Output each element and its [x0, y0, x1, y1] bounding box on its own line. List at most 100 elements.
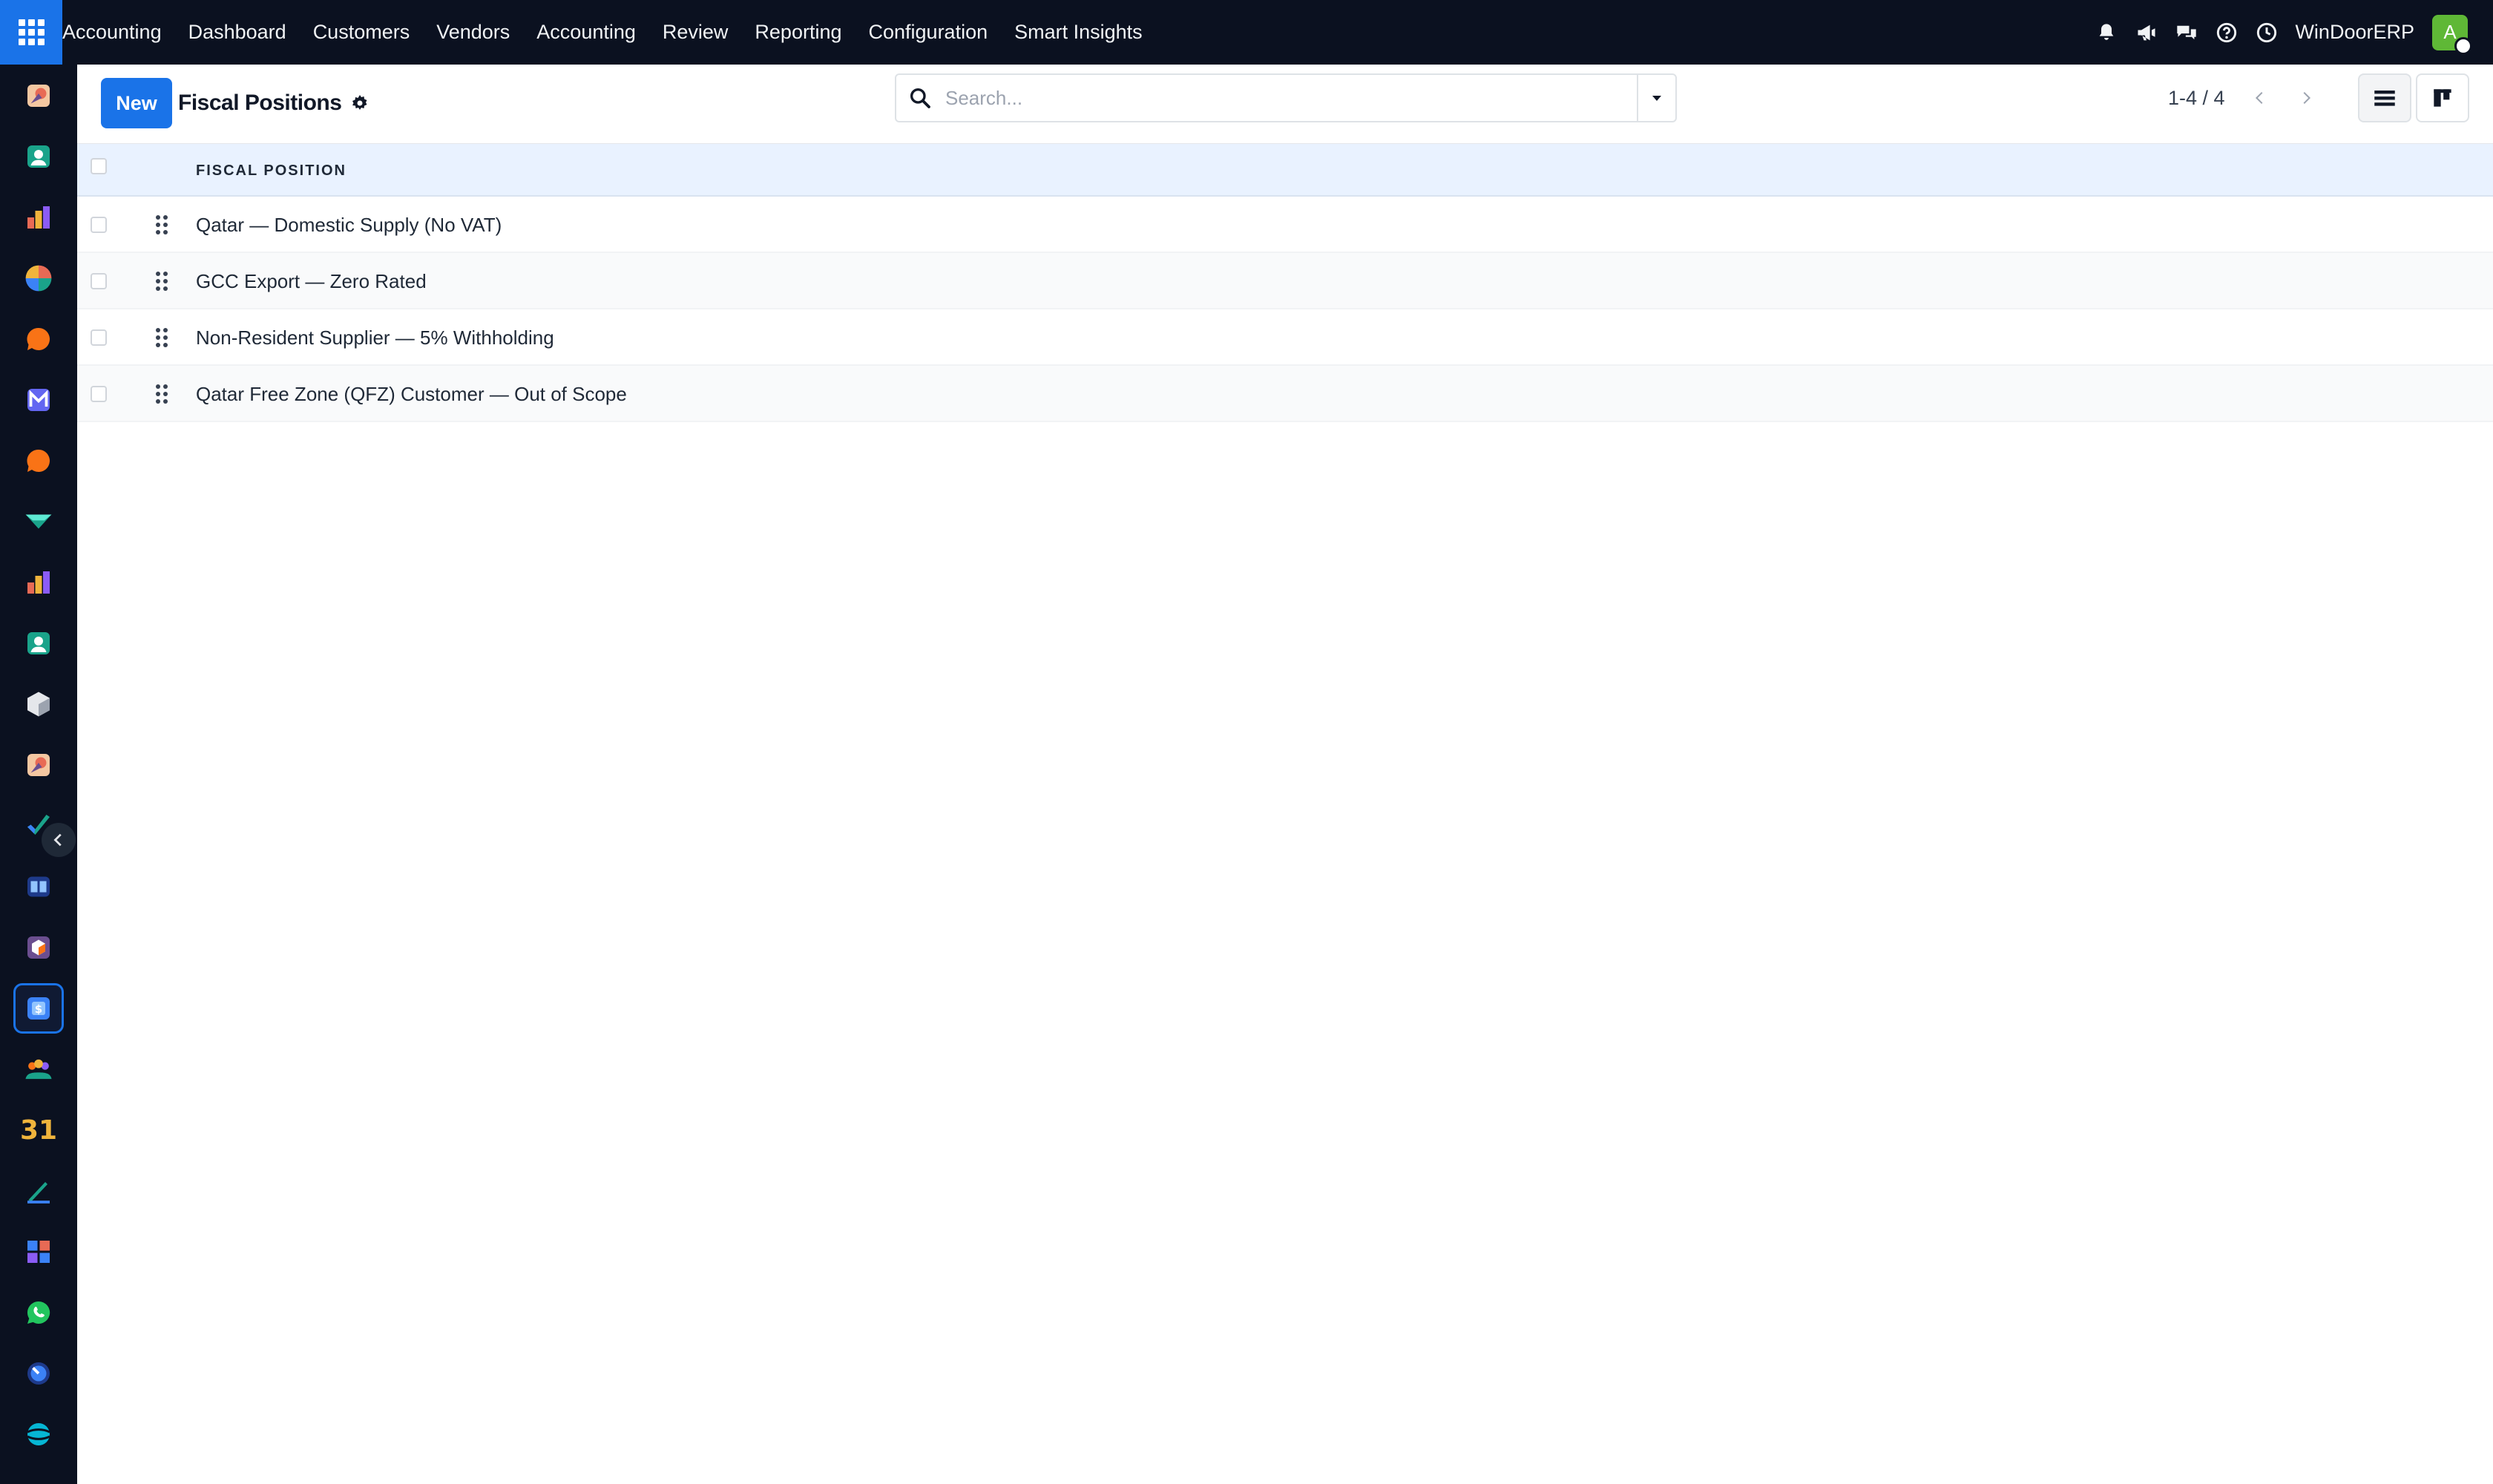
gear-icon[interactable]	[350, 93, 369, 113]
main-menu: Accounting Dashboard Customers Vendors A…	[62, 0, 1169, 65]
table-row[interactable]: GCC Export — Zero Rated	[77, 253, 2493, 309]
sidebar-app-18[interactable]	[13, 1166, 64, 1216]
row-checkbox[interactable]	[91, 386, 107, 402]
sign-pen-icon	[27, 1182, 50, 1204]
control-panel: New Fiscal Positions 1-4 / 4	[77, 65, 2493, 143]
pager-value[interactable]: 1-4 / 4	[2168, 87, 2225, 110]
kanban-view-button[interactable]	[2416, 73, 2469, 122]
mail-icon	[27, 389, 50, 411]
app-icon	[27, 85, 50, 107]
menu-dashboard[interactable]: Dashboard	[188, 21, 286, 44]
pie-chart-icon	[25, 265, 52, 292]
list-view-icon	[2374, 91, 2395, 106]
chat-icon[interactable]	[2175, 21, 2198, 45]
list-view-button[interactable]	[2358, 73, 2411, 122]
livechat-icon	[27, 449, 50, 472]
app-icon	[27, 754, 50, 776]
knowledge-icon	[27, 876, 50, 897]
row-checkbox[interactable]	[91, 273, 107, 289]
clock-icon[interactable]	[2255, 21, 2279, 45]
app-brand-menu[interactable]: Accounting	[62, 21, 162, 44]
sidebar-app-3[interactable]	[13, 253, 64, 303]
sidebar-collapse-button[interactable]	[42, 823, 76, 857]
systray: WinDoorERP A	[2095, 0, 2493, 65]
employees-icon	[27, 632, 50, 654]
app-menu-button[interactable]	[0, 0, 62, 65]
drag-handle-icon[interactable]	[154, 384, 169, 404]
contacts-icon	[27, 145, 50, 168]
sidebar-app-10[interactable]	[13, 679, 64, 729]
table-row[interactable]: Qatar Free Zone (QFZ) Customer — Out of …	[77, 366, 2493, 422]
svg-text:$: $	[35, 1002, 42, 1016]
menu-accounting[interactable]: Accounting	[536, 21, 636, 44]
menu-vendors[interactable]: Vendors	[436, 21, 510, 44]
avatar-initial: A	[2443, 21, 2457, 43]
sidebar-app-8[interactable]	[13, 557, 64, 608]
sidebar-app-14[interactable]	[13, 922, 64, 973]
sidebar-app-9[interactable]	[13, 618, 64, 669]
team-icon	[25, 1059, 52, 1080]
drag-handle-icon[interactable]	[154, 214, 169, 235]
menu-review[interactable]: Review	[663, 21, 729, 44]
sign-icon	[25, 514, 52, 529]
company-switcher[interactable]: WinDoorERP	[2295, 21, 2414, 44]
bell-icon[interactable]	[2095, 21, 2118, 45]
sidebar-app-6[interactable]	[13, 436, 64, 486]
table-row[interactable]: Qatar — Domestic Supply (No VAT)	[77, 197, 2493, 253]
fiscal-position-name: Qatar Free Zone (QFZ) Customer — Out of …	[196, 383, 627, 405]
sidebar-app-11[interactable]	[13, 740, 64, 790]
sidebar-app-0[interactable]	[13, 70, 64, 121]
pager-next-button[interactable]	[2283, 75, 2329, 121]
sidebar-app-22[interactable]	[13, 1409, 64, 1460]
search-input[interactable]	[945, 75, 1613, 121]
sidebar-app-16[interactable]	[13, 1044, 64, 1094]
column-header-fiscal-position[interactable]: FISCAL POSITION	[196, 144, 346, 197]
pager-previous-button[interactable]	[2237, 75, 2283, 121]
reporting-icon	[27, 206, 50, 229]
package-icon	[27, 936, 50, 959]
search-options-toggle[interactable]	[1637, 75, 1675, 121]
menu-customers[interactable]: Customers	[313, 21, 410, 44]
calendar-icon: 31	[19, 1114, 58, 1146]
grid-icon	[18, 19, 45, 45]
whatsapp-icon	[27, 1301, 50, 1324]
row-checkbox[interactable]	[91, 329, 107, 346]
sidebar-app-21[interactable]	[13, 1348, 64, 1399]
sidebar-app-13[interactable]	[13, 861, 64, 912]
sidebar-app-1[interactable]	[13, 131, 64, 182]
presence-dot	[2454, 36, 2472, 55]
row-checkbox[interactable]	[91, 217, 107, 233]
page-title: Fiscal Positions	[178, 91, 342, 115]
discuss-icon	[27, 327, 50, 350]
table-row[interactable]: Non-Resident Supplier — 5% Withholding	[77, 309, 2493, 366]
top-navbar: Accounting Dashboard Customers Vendors A…	[0, 0, 2493, 65]
sidebar-app-20[interactable]	[13, 1287, 64, 1338]
new-button[interactable]: New	[101, 78, 172, 128]
search-icon[interactable]	[908, 86, 932, 110]
select-all-checkbox[interactable]	[91, 158, 107, 174]
chevron-right-icon	[2303, 91, 2310, 105]
sidebar-app-4[interactable]	[13, 314, 64, 364]
menu-reporting[interactable]: Reporting	[755, 21, 841, 44]
help-icon[interactable]	[2215, 21, 2239, 45]
sidebar-app-2[interactable]	[13, 192, 64, 243]
sidebar-app-15[interactable]: $	[13, 983, 64, 1034]
accounting-icon: $	[27, 997, 50, 1020]
drag-handle-icon[interactable]	[154, 271, 169, 292]
pager: 1-4 / 4	[2168, 73, 2329, 122]
chevron-left-icon	[2255, 91, 2263, 105]
inventory-icon	[27, 692, 50, 717]
avatar[interactable]: A	[2432, 14, 2472, 55]
breadcrumb: Fiscal Positions	[178, 78, 369, 128]
menu-configuration[interactable]: Configuration	[869, 21, 988, 44]
table-header: FISCAL POSITION	[77, 143, 2493, 197]
app-sidebar: $ 31	[0, 65, 77, 1484]
megaphone-icon[interactable]	[2135, 21, 2158, 45]
sidebar-app-19[interactable]	[13, 1227, 64, 1277]
sidebar-app-7[interactable]	[13, 496, 64, 547]
list-table: FISCAL POSITION Qatar — Domestic Supply …	[77, 143, 2493, 422]
sidebar-app-5[interactable]	[13, 375, 64, 425]
drag-handle-icon[interactable]	[154, 327, 169, 348]
menu-smart-insights[interactable]: Smart Insights	[1014, 21, 1143, 44]
sidebar-app-17[interactable]: 31	[13, 1105, 64, 1155]
